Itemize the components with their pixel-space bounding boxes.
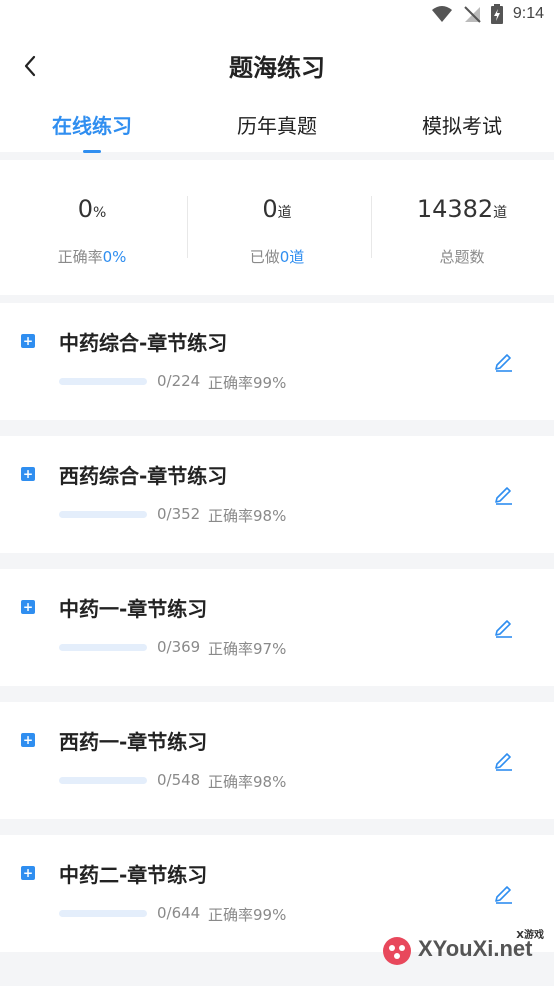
stat-total-value: 14382 (416, 195, 494, 223)
card-progress-text: 0/369 (157, 638, 201, 656)
card-progress-text: 0/548 (157, 771, 201, 789)
no-signal-icon (464, 6, 481, 23)
stat-accuracy-label: 正确率 (57, 248, 103, 266)
progress-bar (59, 378, 147, 385)
plus-bookmark-icon: + (21, 334, 35, 348)
battery-icon (490, 4, 503, 24)
edit-button[interactable] (492, 748, 516, 772)
edit-button[interactable] (492, 482, 516, 506)
progress-bar (59, 511, 147, 518)
plus-bookmark-icon: + (21, 600, 35, 614)
wifi-icon (431, 6, 452, 22)
watermark-small-text: X游戏 (516, 930, 544, 941)
nav-bar: 题海练习 (0, 30, 554, 100)
stat-accuracy: 0% 正确率0% (0, 160, 184, 295)
gamepad-logo-icon (383, 937, 411, 965)
plus-bookmark-icon: + (21, 866, 35, 880)
card-accuracy: 正确率99% (208, 906, 287, 924)
card-accuracy: 正确率98% (208, 507, 287, 525)
progress-bar (59, 644, 147, 651)
chapter-card[interactable]: + 西药一-章节练习 0/548 正确率98% (0, 702, 554, 819)
tab-online-practice[interactable]: 在线练习 (0, 110, 184, 139)
pencil-icon (495, 886, 512, 904)
card-accuracy: 正确率97% (208, 640, 287, 658)
tab-bar: 在线练习 历年真题 模拟考试 (0, 100, 554, 153)
card-progress-text: 0/224 (157, 372, 201, 390)
status-icons: 9:14 (431, 4, 544, 24)
card-title: 中药一-章节练习 (59, 597, 208, 621)
pencil-icon (495, 753, 512, 771)
card-accuracy: 正确率99% (208, 374, 287, 392)
edit-button[interactable] (492, 881, 516, 905)
status-bar: 9:14 (0, 0, 554, 30)
card-progress-text: 0/352 (157, 505, 201, 523)
stat-done-label-value: 0道 (279, 248, 305, 266)
chapter-card[interactable]: + 西药综合-章节练习 0/352 正确率98% (0, 436, 554, 553)
chapter-card[interactable]: + 中药综合-章节练习 0/224 正确率99% (0, 303, 554, 420)
stat-done-value: 0 (262, 195, 278, 223)
page-title: 题海练习 (229, 54, 325, 82)
edit-button[interactable] (492, 615, 516, 639)
active-tab-indicator (83, 150, 101, 153)
status-time: 9:14 (512, 5, 544, 22)
tab-past-exams[interactable]: 历年真题 (185, 110, 369, 139)
watermark: XYouXi.net X游戏 (378, 930, 548, 972)
pencil-icon (495, 487, 512, 505)
card-progress-text: 0/644 (157, 904, 201, 922)
progress-bar (59, 910, 147, 917)
chapter-card[interactable]: + 中药一-章节练习 0/369 正确率97% (0, 569, 554, 686)
tab-mock-exam[interactable]: 模拟考试 (370, 110, 554, 139)
edit-button[interactable] (492, 349, 516, 373)
stat-accuracy-value: 0 (77, 195, 93, 223)
progress-bar (59, 777, 147, 784)
plus-bookmark-icon: + (21, 733, 35, 747)
stat-total: 14382道 总题数 (370, 160, 554, 295)
stat-total-label: 总题数 (439, 248, 485, 266)
card-title: 中药二-章节练习 (59, 863, 208, 887)
pencil-icon (495, 354, 512, 372)
stat-done: 0道 已做0道 (185, 160, 369, 295)
card-title: 西药一-章节练习 (59, 730, 208, 754)
stat-done-unit: 道 (277, 205, 292, 221)
stat-accuracy-label-value: 0% (102, 248, 127, 266)
stat-accuracy-unit: % (92, 205, 107, 221)
card-accuracy: 正确率98% (208, 773, 287, 791)
pencil-icon (495, 620, 512, 638)
stat-done-label: 已做 (249, 248, 280, 266)
stat-total-unit: 道 (493, 205, 508, 221)
card-title: 中药综合-章节练习 (59, 331, 228, 355)
plus-bookmark-icon: + (21, 467, 35, 481)
card-title: 西药综合-章节练习 (59, 464, 228, 488)
stats-panel: 0% 正确率0% 0道 已做0道 14382道 总题数 (0, 160, 554, 295)
